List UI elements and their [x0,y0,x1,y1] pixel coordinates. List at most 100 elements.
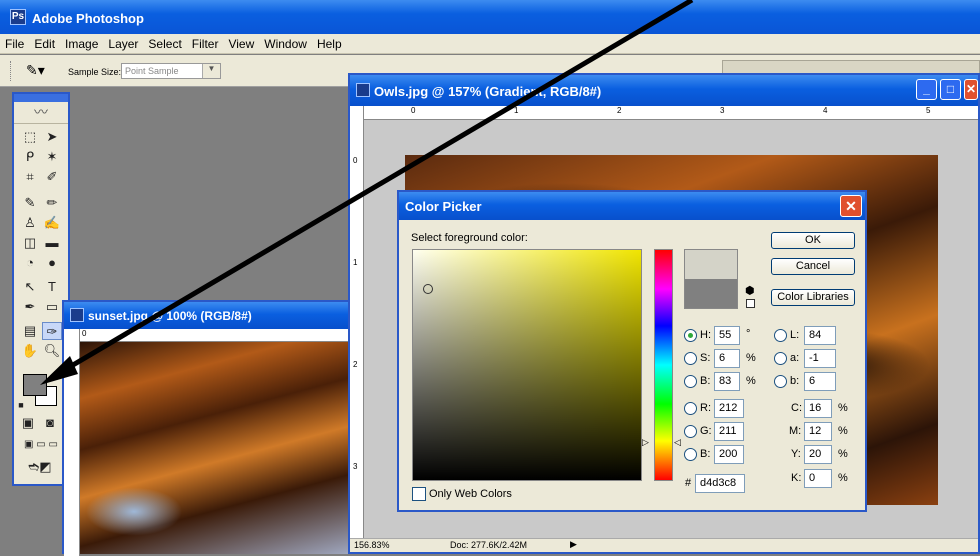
green-field[interactable]: 211 [714,422,744,441]
status-menu-arrow-icon[interactable]: ▶ [570,539,577,550]
document-size: Doc: 277.6K/2.42M [450,540,528,550]
shape-tool-icon[interactable]: ▭ [42,298,62,316]
blue-field[interactable]: 200 [714,445,744,464]
red-field[interactable]: 212 [714,399,744,418]
current-color-swatch[interactable] [684,279,738,309]
cube-icon[interactable]: ⬢ [745,284,755,297]
a-channel-radio[interactable] [774,352,787,365]
hue-field[interactable]: 55 [714,326,740,345]
gradient-tool-icon[interactable]: ▬ [42,234,62,252]
menu-select[interactable]: Select [143,34,186,51]
sunset-title-bar[interactable]: sunset.jpg @ 100% (RGB/8#) [64,302,350,329]
lightness-field[interactable]: 84 [804,326,836,345]
owls-vertical-ruler: 0 1 2 3 [350,106,364,540]
brightness-radio[interactable] [684,375,697,388]
lightness-radio[interactable] [774,329,787,342]
hue-label: H: [700,329,711,341]
brightness-field[interactable]: 83 [714,372,740,391]
hue-slider[interactable] [654,249,673,481]
sunset-image-canvas[interactable] [80,342,350,554]
magic-wand-tool-icon[interactable]: ✶ [42,148,62,166]
b-channel-field[interactable]: 6 [804,372,836,391]
owls-title: Owls.jpg @ 157% (Gradient, RGB/8#) [374,84,602,99]
clone-stamp-tool-icon[interactable]: ♙ [20,214,40,232]
red-radio[interactable] [684,402,697,415]
crop-tool-icon[interactable]: ⌗ [20,168,40,186]
ruler-label: 2 [617,106,622,115]
hex-field[interactable]: d4d3c8 [695,474,745,493]
maximize-button[interactable]: □ [940,79,961,100]
black-field[interactable]: 0 [804,469,832,488]
saturation-label: S: [700,352,711,364]
saturation-field[interactable]: 6 [714,349,740,368]
slice-tool-icon[interactable]: ✐ [42,168,62,186]
eyedropper-tool-icon[interactable]: ✑ [42,322,62,340]
default-colors-icon[interactable]: ■ [16,396,26,414]
color-field[interactable] [412,249,642,481]
history-brush-tool-icon[interactable]: ✍ [42,214,62,232]
color-picker-title-bar[interactable]: Color Picker ✕ [399,192,865,220]
toolbox-header[interactable] [14,94,68,102]
magenta-field[interactable]: 12 [804,422,832,441]
menu-edit[interactable]: Edit [29,34,60,51]
zoom-tool-icon[interactable]: 🔍︎ [42,342,62,360]
move-tool-icon[interactable]: ➤ [42,128,62,146]
yellow-field[interactable]: 20 [804,445,832,464]
cyan-field[interactable]: 16 [804,399,832,418]
hand-tool-icon[interactable]: ✋ [20,342,40,360]
foreground-color-swatch[interactable] [23,374,47,396]
green-radio[interactable] [684,425,697,438]
hue-slider-left-handle[interactable]: ▷ [642,437,649,448]
menu-file[interactable]: File [0,34,29,51]
only-web-colors-checkbox[interactable] [412,487,426,501]
ruler-label: 5 [926,106,931,115]
zoom-level[interactable]: 156.83% [354,540,390,550]
menu-image[interactable]: Image [60,34,103,51]
menu-help[interactable]: Help [312,34,347,51]
hue-slider-right-handle[interactable]: ◁ [674,437,681,448]
path-selection-tool-icon[interactable]: ↖ [20,278,40,296]
cancel-button[interactable]: Cancel [771,258,855,275]
options-bar-grip[interactable] [10,61,13,81]
sample-size-select[interactable]: Point Sample ▼ [121,63,221,79]
standard-mode-icon[interactable]: ▣ [18,414,38,432]
owls-title-bar[interactable]: Owls.jpg @ 157% (Gradient, RGB/8#) _ □ ✕ [350,75,978,106]
color-libraries-button[interactable]: Color Libraries [771,289,855,306]
blur-tool-icon[interactable]: ◔ [20,254,40,272]
b-channel-radio[interactable] [774,375,787,388]
minimize-button[interactable]: _ [916,79,937,100]
ok-button[interactable]: OK [771,232,855,249]
eraser-tool-icon[interactable]: ◫ [20,234,40,252]
ruler-label: 1 [514,106,519,115]
menu-filter[interactable]: Filter [187,34,224,51]
chevron-down-icon[interactable]: ▼ [202,64,220,78]
type-tool-icon[interactable]: T [42,278,62,296]
screen-mode-icons[interactable]: ▣ ▭ ▭ [16,436,66,454]
lasso-tool-icon[interactable]: ᑭ [20,148,40,166]
a-channel-field[interactable]: -1 [804,349,836,368]
healing-brush-tool-icon[interactable]: ✎ [20,194,40,212]
saturation-radio[interactable] [684,352,697,365]
color-field-cursor[interactable] [423,284,433,294]
ruler-label: 3 [720,106,725,115]
marquee-tool-icon[interactable]: ⬚ [20,128,40,146]
blue-radio[interactable] [684,448,697,461]
eyedropper-tool-preset-icon[interactable]: ✎▾ [26,62,45,79]
close-button[interactable]: ✕ [840,195,862,217]
close-button[interactable]: ✕ [964,79,978,100]
saturation-unit: % [746,352,756,364]
brush-tool-icon[interactable]: ✏ [42,194,62,212]
green-label: G: [700,425,712,437]
notes-tool-icon[interactable]: ▤ [20,322,40,340]
hue-radio[interactable] [684,329,697,342]
menu-layer[interactable]: Layer [103,34,143,51]
sample-size-label: Sample Size: [68,67,122,77]
pen-tool-icon[interactable]: ✒ [20,298,40,316]
dodge-tool-icon[interactable]: ● [42,254,62,272]
web-safe-swatch-icon[interactable] [746,299,755,308]
feather-icon[interactable]: 〰 [14,102,68,124]
jump-to-imageready-icon[interactable]: ➬◩ [18,458,62,476]
menu-view[interactable]: View [223,34,259,51]
quick-mask-mode-icon[interactable]: ◙ [40,414,60,432]
menu-window[interactable]: Window [259,34,312,51]
